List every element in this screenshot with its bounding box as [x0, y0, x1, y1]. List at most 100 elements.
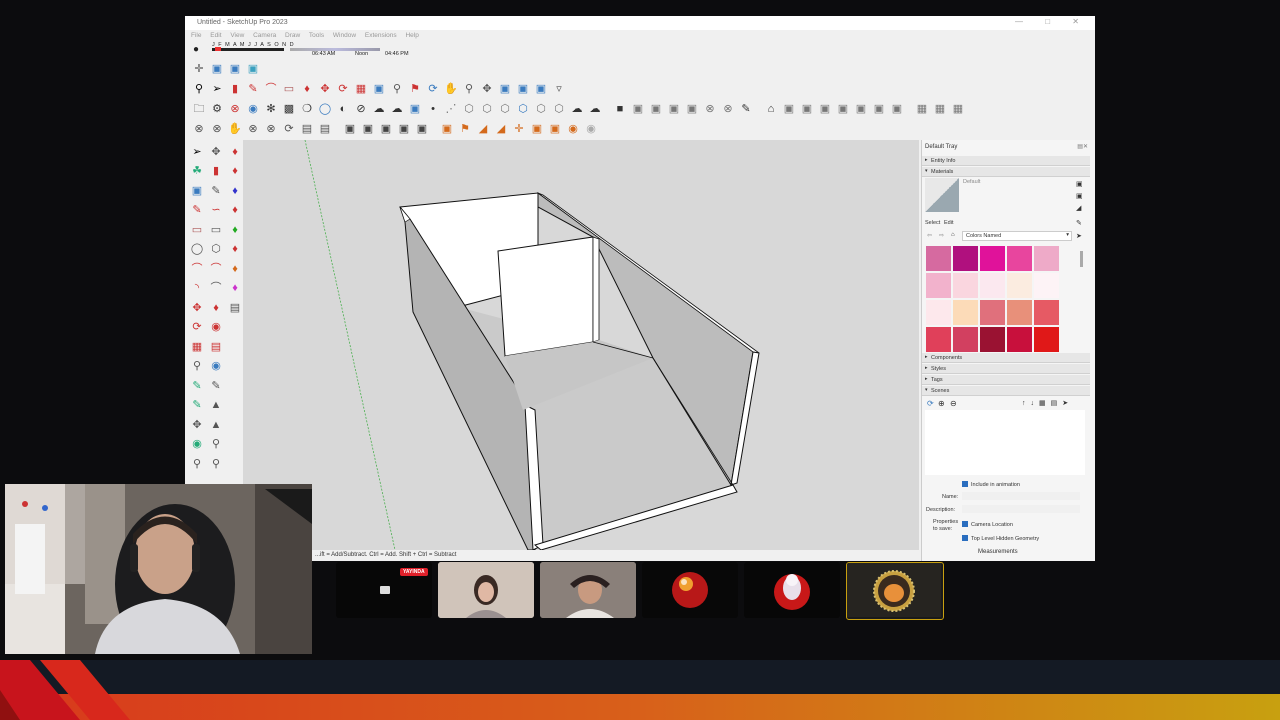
move-tool-icon[interactable]: ✥ [317, 81, 333, 97]
rotate-icon[interactable]: ⟳ [335, 81, 351, 97]
pencil-tool-icon[interactable]: ✎ [189, 203, 205, 219]
cube-icon-6[interactable]: ▣ [871, 101, 887, 117]
cloud-icon-3[interactable]: ☁ [587, 101, 603, 117]
material-swatch[interactable] [1007, 273, 1032, 298]
3d-text-icon[interactable]: ◉ [565, 121, 581, 137]
trim-icon[interactable]: ♦ [227, 242, 243, 258]
smoove-icon[interactable]: ⊗ [209, 121, 225, 137]
rotate-tool-icon[interactable]: ⟳ [189, 320, 205, 336]
dimension-tool-icon[interactable]: ◉ [208, 359, 224, 375]
union-icon[interactable]: ♦ [227, 203, 243, 219]
lock-icon[interactable]: ▣ [1076, 180, 1083, 188]
erase-tool-icon[interactable]: ▮ [208, 164, 224, 180]
material-swatch[interactable] [980, 246, 1005, 271]
materials-panel[interactable]: ▾ Materials [922, 167, 1090, 177]
refresh-scene-icon[interactable]: ⟳ [927, 399, 934, 408]
wand-icon[interactable]: ✎ [738, 101, 754, 117]
follow-me-icon[interactable]: ♦ [227, 164, 243, 180]
dimension-icon[interactable]: ▣ [529, 121, 545, 137]
rotated-rect-icon[interactable]: ▭ [208, 222, 224, 238]
sphere-icon-2[interactable]: ⊗ [720, 101, 736, 117]
lock-icon[interactable]: ▣ [439, 121, 455, 137]
outer-shell-icon[interactable]: ♦ [227, 281, 243, 297]
material-swatch[interactable] [1007, 246, 1032, 271]
material-swatch[interactable] [1007, 300, 1032, 325]
zoom-icon[interactable]: ⚲ [461, 81, 477, 97]
scene-order-icons[interactable]: ↑↓▦▤➤ [1022, 399, 1073, 407]
window-icon-2[interactable]: ▣ [360, 121, 376, 137]
freehand-tool-icon[interactable]: ∽ [208, 203, 224, 219]
hex-icon-2[interactable]: ⬡ [479, 101, 495, 117]
monochrome-style-icon[interactable]: ▣ [245, 61, 261, 77]
edit-tab[interactable]: Edit [944, 220, 953, 226]
subtract-icon[interactable]: ♦ [227, 222, 243, 238]
group-icon[interactable]: ▣ [630, 101, 646, 117]
window-icon-5[interactable]: ▣ [414, 121, 430, 137]
3dtext-tool-icon[interactable]: ▲ [208, 398, 224, 414]
select-tool-icon[interactable]: ➢ [189, 144, 205, 160]
sandbox-icon[interactable]: ⊗ [191, 121, 207, 137]
stairs-icon-3[interactable]: ▦ [950, 101, 966, 117]
hidden-geometry-checkbox[interactable] [962, 535, 968, 541]
menu-file[interactable]: File [191, 32, 201, 39]
zoom-tool-icon[interactable]: ⚲ [189, 456, 205, 472]
offset-icon[interactable]: ▣ [371, 81, 387, 97]
ring-icon[interactable]: ◯ [317, 101, 333, 117]
polygon-tool-icon[interactable]: ⬡ [208, 242, 224, 258]
menu-view[interactable]: View [230, 32, 244, 39]
participant-tab-2[interactable] [438, 562, 534, 618]
orbit-icon[interactable]: ⟳ [425, 81, 441, 97]
month-slider[interactable] [212, 48, 284, 51]
offset-tool-icon[interactable]: ▤ [208, 339, 224, 355]
shadow-toggle-icon[interactable]: ● [193, 44, 199, 55]
2pt-arc-icon[interactable]: ⌒ [208, 261, 224, 277]
text-tool-icon[interactable]: ✎ [208, 378, 224, 394]
cube-icon-2[interactable]: ▣ [799, 101, 815, 117]
library-select[interactable]: Colors Named ▾ [962, 231, 1072, 241]
material-swatch[interactable] [926, 273, 951, 298]
window-icon-3[interactable]: ▣ [378, 121, 394, 137]
components-panel[interactable]: ▸ Components [922, 353, 1090, 363]
menu-camera[interactable]: Camera [253, 32, 276, 39]
scene-name-input[interactable] [962, 492, 1080, 500]
drape-icon[interactable]: ⊗ [263, 121, 279, 137]
eraser-icon[interactable]: ▮ [227, 81, 243, 97]
select-tab[interactable]: Select [925, 220, 940, 226]
material-swatch[interactable] [926, 327, 951, 352]
material-swatch[interactable] [980, 273, 1005, 298]
material-swatch[interactable] [953, 273, 978, 298]
line-icon[interactable]: ✎ [245, 81, 261, 97]
window-icon-4[interactable]: ▣ [396, 121, 412, 137]
tray-close-icon[interactable]: ▤✕ [1077, 143, 1088, 150]
close-icon[interactable]: ⊗ [227, 101, 243, 117]
chevron-down-icon[interactable]: ▿ [551, 81, 567, 97]
walk-icon[interactable]: ▲ [208, 417, 224, 433]
back-icon[interactable]: ⇦ [927, 232, 932, 239]
tape-icon[interactable]: ◢ [475, 121, 491, 137]
scenes-list[interactable] [925, 410, 1085, 475]
cube-icon-5[interactable]: ▣ [853, 101, 869, 117]
3pt-arc-icon[interactable]: ⌒ [208, 281, 224, 297]
hex-icon-5[interactable]: ⬡ [533, 101, 549, 117]
disabled-icon[interactable]: ◉ [583, 121, 599, 137]
zoom-window-icon[interactable]: ⚲ [208, 456, 224, 472]
warehouse-icon[interactable]: ▣ [497, 81, 513, 97]
entity-info-panel[interactable]: ▸ Entity Info [922, 156, 1090, 166]
menu-window[interactable]: Window [333, 32, 356, 39]
orbit-nav-icon[interactable]: ✥ [189, 417, 205, 433]
folder-icon[interactable]: 🗀 [191, 101, 207, 117]
stairs-icon[interactable]: ▦ [914, 101, 930, 117]
hex-icon-4[interactable]: ⬡ [515, 101, 531, 117]
shaded-style-icon[interactable]: ▣ [227, 61, 243, 77]
styles-panel[interactable]: ▸ Styles [922, 364, 1090, 374]
position-camera-icon[interactable]: ◉ [189, 437, 205, 453]
menu-edit[interactable]: Edit [210, 32, 221, 39]
component-icon[interactable]: ■ [612, 101, 628, 117]
split-icon[interactable]: ♦ [227, 261, 243, 277]
scale-icon[interactable]: ▦ [353, 81, 369, 97]
default-material-icon[interactable]: ◢ [1076, 204, 1081, 212]
scene-description-input[interactable] [962, 505, 1080, 513]
intersect-icon[interactable]: ♦ [227, 183, 243, 199]
arc-icon[interactable]: ⌒ [263, 81, 279, 97]
hex-icon-6[interactable]: ⬡ [551, 101, 567, 117]
